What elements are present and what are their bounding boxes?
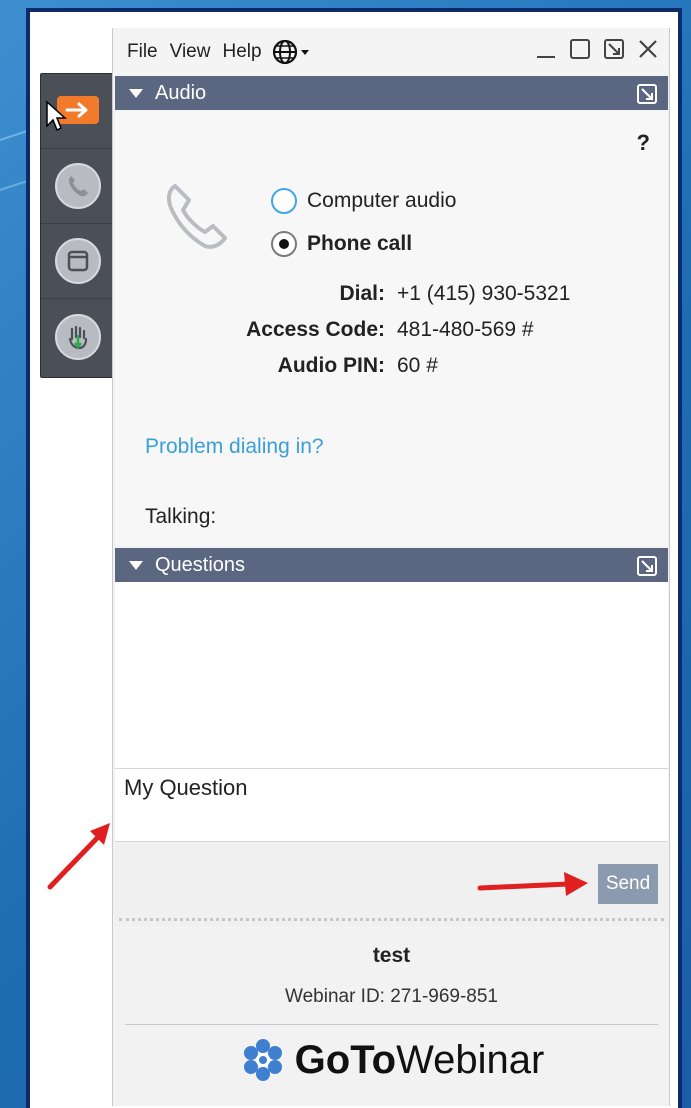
minimize-icon[interactable] [535,38,557,60]
language-menu[interactable] [272,39,312,65]
control-screen-button[interactable] [41,224,114,299]
close-icon[interactable] [637,38,659,60]
question-input[interactable]: My Question [115,768,668,842]
brand-name-light: Webinar [396,1037,545,1082]
popout-icon[interactable] [636,83,658,105]
questions-panel-title: Questions [155,553,246,576]
annotation-arrow-send [477,872,588,896]
audio-panel-title: Audio [155,81,207,104]
control-panel [40,73,115,378]
phone-icon [166,184,227,249]
collapse-triangle-icon [129,560,143,570]
radio-computer-audio-label: Computer audio [307,189,457,212]
control-panel-toggle[interactable] [41,74,114,149]
radio-button[interactable] [271,188,297,214]
send-button[interactable]: Send [598,864,658,904]
gotowebinar-window: File View Help Audio ? Computer audio Ph… [112,28,670,1106]
raise-hand-icon [54,313,101,360]
webinar-id: Webinar ID: 271-969-851 [285,986,498,1007]
dial-label: Dial: [339,282,385,305]
audio-pin-label: Audio PIN: [277,354,385,377]
radio-button-selected[interactable] [271,231,297,257]
talking-label: Talking: [145,505,217,528]
audio-panel: ? Computer audio Phone call Dial: +1 (41… [115,110,668,546]
brand-name-bold: GoTo [294,1037,397,1082]
menu-view[interactable]: View [170,41,211,63]
problem-dialing-link[interactable]: Problem dialing in? [145,435,324,459]
popout-icon[interactable] [636,555,658,577]
mouse-cursor-icon [46,100,67,132]
gotowebinar-logo: GoToWebinar [115,1036,668,1084]
webinar-title: test [372,944,411,967]
control-audio-button[interactable] [41,149,114,224]
collapse-triangle-icon [129,88,143,98]
divider [125,1024,658,1025]
annotation-arrow-input [47,823,110,890]
access-code-value: 481-480-569 # [397,318,534,341]
dial-value: +1 (415) 930-5321 [397,282,571,305]
questions-panel-header[interactable]: Questions [115,548,668,582]
help-icon[interactable]: ? [637,130,650,156]
radio-computer-audio[interactable]: Computer audio [271,188,456,214]
menu-help[interactable]: Help [222,41,261,63]
access-code-label: Access Code: [246,318,385,341]
window-controls [535,38,659,60]
webinar-info: test Webinar ID: 271-969-851 GoToWebinar [115,926,668,1106]
questions-log [115,582,668,768]
globe-icon [272,39,309,65]
menu-bar: File View Help [113,28,669,76]
brand-name: GoToWebinar [295,1038,545,1083]
window-icon [54,238,101,284]
audio-pin-value: 60 # [397,354,438,377]
control-raise-hand-button[interactable] [41,299,114,374]
popout-icon[interactable] [603,38,625,60]
maximize-icon[interactable] [569,38,591,60]
radio-phone-call[interactable]: Phone call [271,231,412,257]
radio-phone-call-label: Phone call [307,232,413,255]
menu-file[interactable]: File [127,41,158,63]
audio-panel-header[interactable]: Audio [115,76,668,110]
snowflake-logo-icon [243,1039,282,1081]
phone-icon [54,163,101,209]
